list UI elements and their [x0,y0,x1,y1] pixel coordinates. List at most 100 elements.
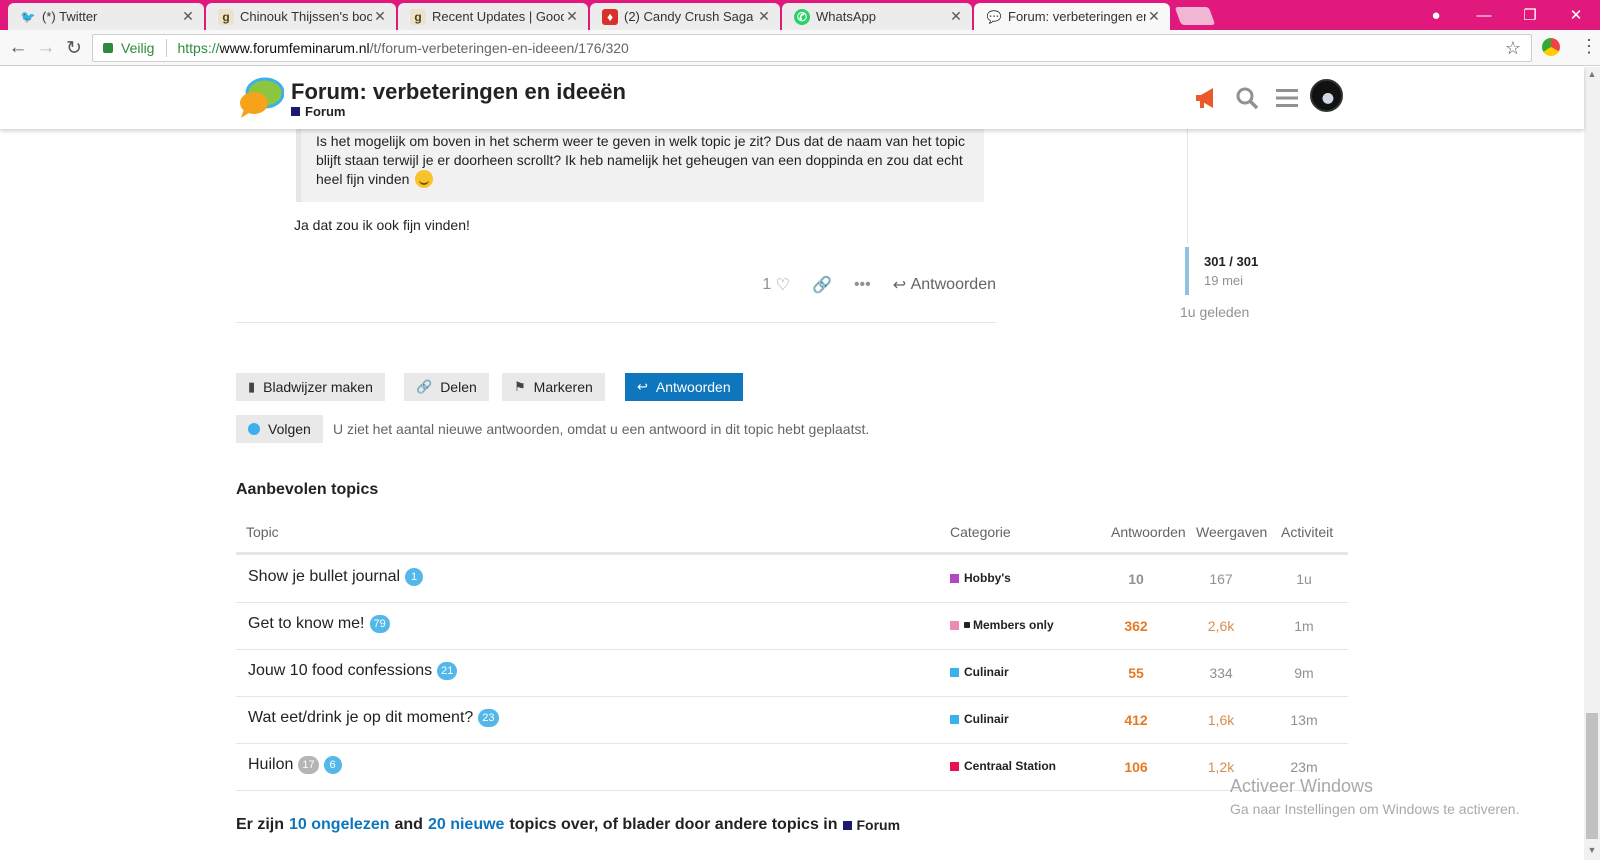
hamburger-menu-icon[interactable] [1272,83,1302,113]
post-quote: Is het mogelijk om boven in het scherm w… [296,124,984,202]
new-posts-badge[interactable]: 1 [405,568,424,586]
profile-icon[interactable]: ● [1414,0,1458,30]
new-topics-link[interactable]: 20 nieuwe [428,816,504,834]
header-category-label: Forum [305,104,346,119]
browser-toolbar: ← → ↻ Veilig https:// www.forumfeminarum… [0,30,1600,66]
forward-button[interactable]: → [34,36,58,60]
topic-row: Get to know me! 79 Members only 362 2,6k… [236,603,1348,650]
user-avatar[interactable] [1310,79,1343,112]
site-logo[interactable] [238,77,284,119]
share-button-label: Delen [440,379,477,395]
column-replies[interactable]: Antwoorden [1111,524,1186,540]
column-activity[interactable]: Activiteit [1281,524,1333,540]
reload-button[interactable]: ↻ [62,36,86,60]
goodreads-icon: g [410,8,426,25]
reply-button[interactable]: ↩ Antwoorden [625,373,743,401]
topic-category[interactable]: Culinair [950,712,1009,726]
topic-category[interactable]: Hobby's [950,571,1011,585]
topic-activity[interactable]: 1m [1276,618,1332,634]
close-icon[interactable]: ✕ [180,8,196,25]
suggested-topics-title: Aanbevolen topics [236,481,379,498]
restore-button[interactable]: ❐ [1508,0,1552,30]
extension-icon[interactable] [1542,38,1560,56]
page-title[interactable]: Forum: verbeteringen en ideeën [291,79,626,105]
browser-menu-icon[interactable]: ⋮ [1580,36,1598,57]
scroll-up-icon[interactable]: ▲ [1584,69,1600,83]
close-window-button[interactable]: ✕ [1554,0,1598,30]
unread-posts-badge[interactable]: 17 [298,756,319,774]
topic-views: 2,6k [1207,618,1235,634]
notification-level-button[interactable]: Volgen [236,415,323,443]
browser-tab-forum[interactable]: 💬 Forum: verbeteringen en ✕ [974,3,1170,30]
page-scrollbar[interactable]: ▲ ▼ [1584,67,1600,860]
topic-replies: 412 [1124,712,1148,728]
column-views[interactable]: Weergaven [1196,524,1267,540]
topic-activity[interactable]: 1u [1276,571,1332,587]
address-bar[interactable]: Veilig https:// www.forumfeminarum.nl /t… [92,34,1532,62]
post-reply-button[interactable]: ↩ Antwoorden [893,275,996,295]
topic-activity[interactable]: 23m [1276,759,1332,775]
more-options-icon[interactable]: ••• [854,276,871,294]
new-posts-badge[interactable]: 21 [437,662,458,680]
timeline-track[interactable] [1187,128,1188,244]
topic-category[interactable]: Culinair [950,665,1009,679]
topic-category[interactable]: Members only [950,618,1054,632]
browser-tab-candy-crush[interactable]: ♦ (2) Candy Crush Saga op ✕ [590,3,780,30]
scroll-thumb[interactable] [1586,713,1598,839]
column-topic[interactable]: Topic [246,524,279,540]
browser-tab-goodreads-updates[interactable]: g Recent Updates | Goodre ✕ [398,3,588,30]
browser-tab-twitter[interactable]: 🐦 (*) Twitter ✕ [8,3,204,30]
column-category[interactable]: Categorie [950,524,1011,540]
browser-tab-goodreads-books[interactable]: g Chinouk Thijssen's books ✕ [206,3,396,30]
new-posts-badge[interactable]: 6 [323,756,342,774]
topic-category[interactable]: Centraal Station [950,759,1056,773]
back-button[interactable]: ← [6,36,30,60]
timeline-last-activity[interactable]: 1u geleden [1180,304,1249,320]
new-posts-badge[interactable]: 79 [369,615,390,633]
timeline-handle[interactable] [1185,247,1189,295]
like-control[interactable]: 1 ♡ [762,275,790,295]
flag-button[interactable]: ⚑ Markeren [502,373,605,401]
close-icon[interactable]: ✕ [564,8,580,25]
unread-topics-link[interactable]: 10 ongelezen [289,816,389,834]
browser-tab-whatsapp[interactable]: ✆ WhatsApp ✕ [782,3,972,30]
minimize-button[interactable]: — [1462,0,1506,30]
topic-title: Huilon [248,756,294,773]
reply-icon: ↩ [892,277,907,294]
megaphone-icon[interactable] [1192,83,1222,113]
new-posts-badge[interactable]: 23 [478,709,499,727]
close-icon[interactable]: ✕ [1146,8,1162,25]
url-host: www.forumfeminarum.nl [219,40,370,56]
divider [236,322,996,323]
scroll-down-icon[interactable]: ▼ [1584,845,1600,859]
close-icon[interactable]: ✕ [372,8,388,25]
topic-link[interactable]: Wat eet/drink je op dit moment? 23 [248,709,499,727]
more-topics-prefix: Er zijn [236,816,285,833]
topic-link[interactable]: Huilon 17 6 [248,756,342,774]
windows-activation-hint: Ga naar Instellingen om Windows te activ… [1230,801,1520,817]
search-icon[interactable] [1232,83,1262,113]
link-icon[interactable]: 🔗 [812,275,832,295]
header-category[interactable]: Forum [291,104,345,119]
share-button[interactable]: 🔗 Delen [404,373,489,401]
topic-activity[interactable]: 13m [1276,712,1332,728]
reply-button-label: Antwoorden [655,379,731,395]
topic-link[interactable]: Show je bullet journal 1 [248,568,424,586]
topic-link[interactable]: Jouw 10 food confessions 21 [248,662,458,680]
new-tab-button[interactable] [1174,7,1216,25]
bookmark-button[interactable]: ▮ Bladwijzer maken [236,373,385,401]
topic-replies: 55 [1128,665,1144,681]
twitter-icon: 🐦 [20,9,36,24]
bookmark-star-icon[interactable]: ☆ [1505,38,1521,59]
close-icon[interactable]: ✕ [948,8,964,25]
category-color-swatch [950,573,959,583]
forum-icon: 💬 [986,9,1002,24]
close-icon[interactable]: ✕ [756,8,772,25]
flag-icon: ⚑ [514,379,526,394]
topic-activity[interactable]: 9m [1276,665,1332,681]
topic-category-label: Culinair [964,712,1009,726]
topic-views: 1,2k [1207,759,1235,775]
topic-link[interactable]: Get to know me! 79 [248,615,390,633]
topic-row: Show je bullet journal 1 Hobby's 10 167 … [236,556,1348,603]
browse-category-link[interactable]: Forum [842,817,900,833]
